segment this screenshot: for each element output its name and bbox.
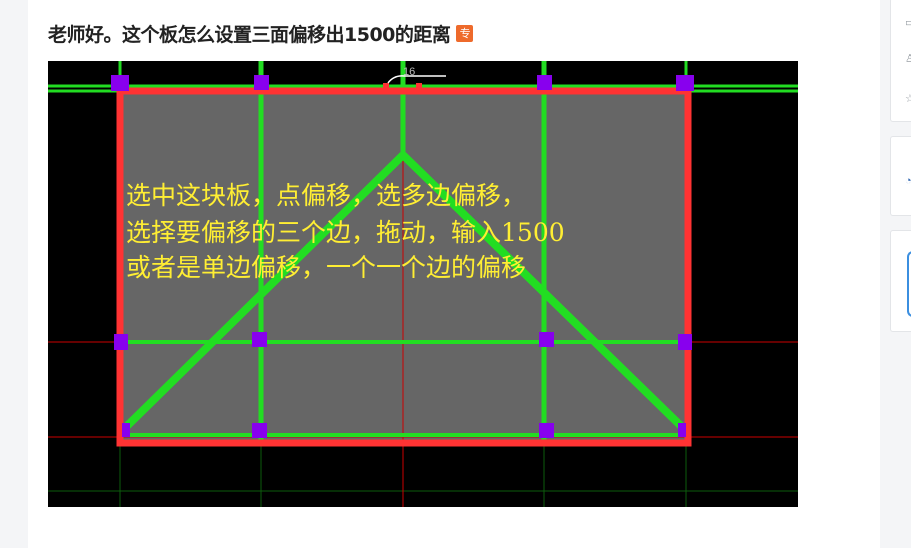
sidebar-actions-card: ▭ ♙ ☆ <box>890 0 911 122</box>
sidebar-input-card <box>890 230 911 332</box>
right-sidebar: ▭ ♙ ☆ ◔ <box>890 0 911 548</box>
annotation-line-3: 或者是单边偏移，一个一个边的偏移 <box>126 253 526 282</box>
comment-icon[interactable]: ▭ <box>905 17 911 29</box>
annotation-line-1: 选中这块板，点偏移，选多边偏移， <box>126 181 526 210</box>
professional-badge-icon: 专 <box>456 25 474 42</box>
star-icon[interactable]: ☆ <box>905 93 911 105</box>
user-icon[interactable]: ♙ <box>905 53 911 65</box>
sidebar-profile-card: ◔ <box>890 136 911 216</box>
annotation-text: 选中这块板，点偏移，选多边偏移， 选择要偏移的三个边，拖动，输入1500 或者是… <box>126 181 565 282</box>
annotation-line-2: 选择要偏移的三个边，拖动，输入1500 <box>126 218 565 247</box>
question-title-text[interactable]: 老师好。这个板怎么设置三面偏移出1500的距离 <box>48 24 451 46</box>
question-title[interactable]: 老师好。这个板怎么设置三面偏移出1500的距离专 <box>48 22 474 48</box>
input-icon[interactable] <box>907 251 911 317</box>
question-image[interactable]: 16 选中这块板，点偏移，选多边偏移， 选择要偏移的三个边，拖动，输入1500 … <box>48 61 798 507</box>
dimension-label: 16 <box>403 66 415 78</box>
avatar-icon[interactable]: ◔ <box>905 175 911 187</box>
